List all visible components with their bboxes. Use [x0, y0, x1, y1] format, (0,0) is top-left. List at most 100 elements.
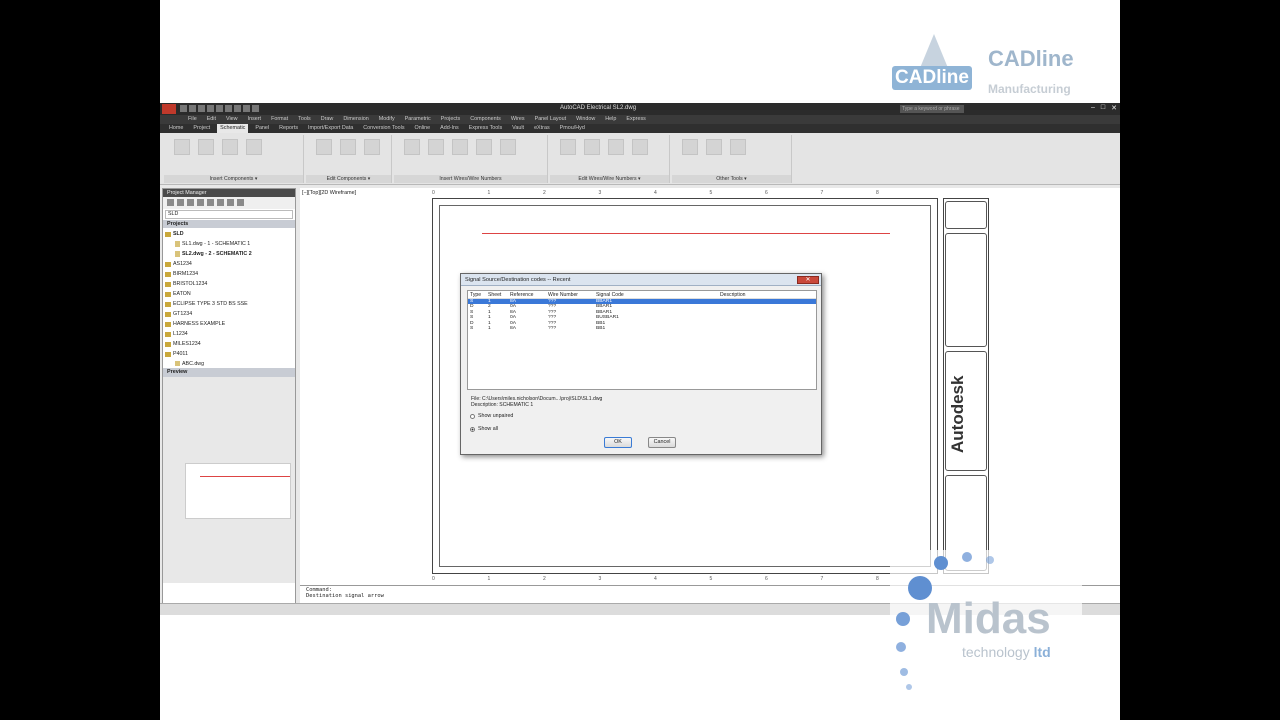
- new-drawing-icon[interactable]: [187, 199, 194, 206]
- publish-icon[interactable]: [217, 199, 224, 206]
- insert-wires-icon[interactable]: [174, 139, 190, 155]
- project-item[interactable]: MILES1234: [165, 339, 293, 349]
- radio-show-all[interactable]: Show all: [470, 426, 498, 432]
- project-properties-icon[interactable]: [207, 199, 214, 206]
- project-item[interactable]: HARNESS EXAMPLE: [165, 319, 293, 329]
- ok-button[interactable]: OK: [604, 437, 632, 448]
- signal-row[interactable]: S 1 8A??? BB1: [468, 326, 816, 331]
- ribbon-group-label[interactable]: Insert Components ▾: [164, 175, 303, 183]
- tab-vault[interactable]: Vault: [509, 124, 527, 133]
- menu-dimension[interactable]: Dimension: [343, 115, 368, 124]
- col-description[interactable]: Description: [720, 291, 810, 298]
- edit-wire-number-icon[interactable]: [560, 139, 576, 155]
- close-icon[interactable]: ✕: [797, 276, 819, 284]
- col-type[interactable]: Type: [468, 291, 488, 298]
- project-icon[interactable]: [234, 105, 241, 112]
- project-item[interactable]: BRISTOL1234: [165, 279, 293, 289]
- drawing-item[interactable]: SL2.dwg - 2 - SCHEMATIC 2: [165, 249, 293, 259]
- edit-icon[interactable]: [316, 139, 332, 155]
- menu-components[interactable]: Components: [470, 115, 501, 124]
- back-icon[interactable]: [243, 105, 250, 112]
- print-icon[interactable]: [207, 105, 214, 112]
- viewport-controls[interactable]: [−][Top][2D Wireframe]: [302, 190, 356, 196]
- source-arrow-icon[interactable]: [476, 139, 492, 155]
- menu-help[interactable]: Help: [605, 115, 616, 124]
- refresh-icon[interactable]: [197, 199, 204, 206]
- tab-import-export-data[interactable]: Import/Export Data: [305, 124, 356, 133]
- project-item[interactable]: L1234: [165, 329, 293, 339]
- menu-modify[interactable]: Modify: [379, 115, 395, 124]
- signal-code-list[interactable]: Type Sheet Reference Wire Number Signal …: [467, 290, 817, 390]
- tab-extras[interactable]: eXtras: [531, 124, 553, 133]
- close-window-icon[interactable]: ✕: [1111, 104, 1117, 112]
- drawing-item[interactable]: SL1.dwg - 1 - SCHEMATIC 1: [165, 239, 293, 249]
- tab-panel[interactable]: Panel: [252, 124, 272, 133]
- project-item[interactable]: ECLIPSE TYPE 3 STD BS SSE: [165, 299, 293, 309]
- ribbon-group-label[interactable]: Edit Wires/Wire Numbers ▾: [550, 175, 669, 183]
- open-project-icon[interactable]: [167, 199, 174, 206]
- project-item[interactable]: P4011: [165, 349, 293, 359]
- tab-home[interactable]: Home: [166, 124, 186, 133]
- plot-icon[interactable]: [227, 199, 234, 206]
- menu-view[interactable]: View: [226, 115, 238, 124]
- drawing-item[interactable]: ABC.dwg: [165, 359, 293, 366]
- drawing-properties-icon[interactable]: [730, 139, 746, 155]
- new-icon[interactable]: [180, 105, 187, 112]
- menu-edit[interactable]: Edit: [207, 115, 216, 124]
- symbol-palette-icon[interactable]: [222, 139, 238, 155]
- forward-icon[interactable]: [252, 105, 259, 112]
- help-search-input[interactable]: Type a keyword or phrase: [900, 105, 964, 113]
- redo-icon[interactable]: [225, 105, 232, 112]
- tab-express-tools[interactable]: Express Tools: [466, 124, 505, 133]
- project-item[interactable]: SLD: [165, 229, 293, 239]
- multiple-bus-icon[interactable]: [428, 139, 444, 155]
- project-select[interactable]: SLD: [165, 210, 293, 219]
- open-icon[interactable]: [189, 105, 196, 112]
- copy-component-icon[interactable]: [340, 139, 356, 155]
- trim-wire-icon[interactable]: [584, 139, 600, 155]
- menu-format[interactable]: Format: [271, 115, 288, 124]
- col-sheet[interactable]: Sheet: [488, 291, 510, 298]
- edit-attributes-icon[interactable]: [706, 139, 722, 155]
- menu-panel-layout[interactable]: Panel Layout: [535, 115, 566, 124]
- menu-file[interactable]: File: [188, 115, 197, 124]
- wire-numbers-icon[interactable]: [452, 139, 468, 155]
- cancel-button[interactable]: Cancel: [648, 437, 676, 448]
- menu-draw[interactable]: Draw: [321, 115, 334, 124]
- tab-project[interactable]: Project: [190, 124, 213, 133]
- project-item[interactable]: EATON: [165, 289, 293, 299]
- undo-icon[interactable]: [216, 105, 223, 112]
- menu-insert[interactable]: Insert: [248, 115, 261, 124]
- project-item[interactable]: GT1234: [165, 309, 293, 319]
- col-wire-number[interactable]: Wire Number: [548, 291, 596, 298]
- menu-projects[interactable]: Projects: [441, 115, 460, 124]
- menu-parametric[interactable]: Parametric: [405, 115, 431, 124]
- menu-wires[interactable]: Wires: [511, 115, 525, 124]
- new-project-icon[interactable]: [177, 199, 184, 206]
- radio-show-unpaired[interactable]: Show unpaired: [470, 413, 513, 419]
- tab-online[interactable]: Online: [412, 124, 434, 133]
- col-reference[interactable]: Reference: [510, 291, 548, 298]
- maximize-icon[interactable]: □: [1101, 104, 1105, 112]
- settings-icon[interactable]: [237, 199, 244, 206]
- delete-component-icon[interactable]: [364, 139, 380, 155]
- ladder-icon[interactable]: [500, 139, 516, 155]
- project-item[interactable]: BIRM1234: [165, 269, 293, 279]
- tab-pmou-hyd[interactable]: Pmou/Hyd: [557, 124, 588, 133]
- ribbon-group-label[interactable]: Insert Wires/Wire Numbers: [394, 175, 547, 183]
- tab-reports[interactable]: Reports: [276, 124, 301, 133]
- col-signal-code[interactable]: Signal Code: [596, 291, 720, 298]
- wire-icon[interactable]: [404, 139, 420, 155]
- component-icon[interactable]: [246, 139, 262, 155]
- tab-schematic[interactable]: Schematic: [217, 124, 249, 133]
- ribbon-group-label[interactable]: Edit Components ▾: [306, 175, 391, 183]
- save-icon[interactable]: [198, 105, 205, 112]
- menu-express[interactable]: Express: [626, 115, 645, 124]
- menu-tools[interactable]: Tools: [298, 115, 311, 124]
- wire-line[interactable]: [482, 233, 890, 234]
- ribbon-group-label[interactable]: Other Tools ▾: [672, 175, 791, 183]
- menu-window[interactable]: Window: [576, 115, 595, 124]
- minimize-icon[interactable]: –: [1091, 104, 1095, 112]
- autocad-logo-icon[interactable]: [162, 104, 176, 114]
- tab-add-ins[interactable]: Add-Ins: [437, 124, 462, 133]
